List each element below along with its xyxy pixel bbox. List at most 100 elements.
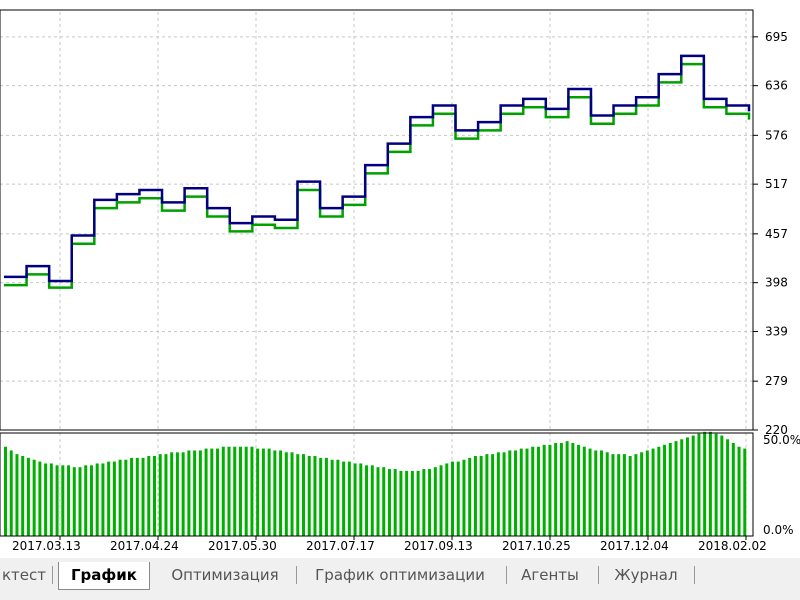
tab-backtest[interactable]: ктест xyxy=(0,562,48,588)
volume-bar xyxy=(49,463,53,536)
volume-bar xyxy=(703,431,707,536)
volume-bar xyxy=(227,446,231,536)
volume-bar xyxy=(221,446,225,536)
volume-bar xyxy=(72,467,76,536)
volume-bar xyxy=(387,469,391,536)
volume-bar xyxy=(147,456,151,536)
volume-bar xyxy=(600,450,603,536)
volume-bar xyxy=(44,463,48,536)
x-tick-label: 2018.02.02 xyxy=(698,539,767,553)
x-tick-label: 2017.04.24 xyxy=(110,539,179,553)
volume-bar xyxy=(164,454,168,536)
volume-bar xyxy=(485,454,489,536)
volume-bar xyxy=(107,461,111,536)
volume-bar xyxy=(473,456,477,536)
volume-bar xyxy=(342,461,346,536)
volume-bar xyxy=(61,465,65,536)
volume-bar xyxy=(124,459,128,536)
volume-bar xyxy=(617,454,621,536)
volume-bar xyxy=(376,467,380,536)
volume-bar xyxy=(267,448,271,536)
volume-bar xyxy=(15,454,19,536)
chart-frames xyxy=(0,9,754,537)
volume-bar xyxy=(594,450,598,536)
volume-bar xyxy=(393,469,397,536)
volume-bar xyxy=(216,448,220,536)
volume-bar xyxy=(508,450,512,536)
volume-bar xyxy=(525,448,529,536)
volume-bar xyxy=(496,452,500,536)
sub-chart-y-ticks: 50.0% 0.0% xyxy=(763,433,800,537)
volume-bar xyxy=(479,456,483,536)
volume-bar xyxy=(273,450,277,536)
volume-bar xyxy=(588,448,592,536)
main-y-tick-label: 636 xyxy=(765,79,788,93)
volume-bar xyxy=(668,443,672,536)
volume-bar xyxy=(4,446,7,536)
volume-bar xyxy=(399,470,403,536)
volume-bar xyxy=(731,443,735,536)
volume-bar xyxy=(244,446,248,536)
volume-bar xyxy=(663,444,667,536)
x-tick-label: 2017.07.17 xyxy=(306,539,375,553)
volume-bar xyxy=(634,454,638,536)
tab-separator xyxy=(506,566,507,584)
volume-bar xyxy=(548,444,552,536)
volume-bar xyxy=(536,446,540,536)
volume-bar xyxy=(622,454,626,536)
volume-bar xyxy=(645,450,649,536)
volume-bar xyxy=(605,452,609,536)
volume-bar xyxy=(135,457,139,536)
volume-bar xyxy=(382,467,386,536)
volume-bar xyxy=(141,457,145,536)
volume-bar xyxy=(193,450,197,536)
series-line xyxy=(4,54,751,283)
volume-bar xyxy=(170,452,174,536)
volume-bar xyxy=(67,465,71,536)
volume-bar xyxy=(204,448,208,536)
volume-bar xyxy=(559,443,563,536)
main-y-tick-label: 695 xyxy=(765,30,788,44)
volume-bar xyxy=(256,448,260,536)
volume-bar xyxy=(153,456,156,536)
volume-bar xyxy=(296,454,300,536)
volume-bar xyxy=(468,457,472,536)
volume-bar xyxy=(158,454,162,536)
volume-bar xyxy=(101,463,105,536)
volume-bar xyxy=(112,461,116,536)
tab-optimization[interactable]: Оптимизация xyxy=(160,562,290,588)
volume-bar xyxy=(691,435,695,536)
volume-bar xyxy=(519,448,523,536)
volume-bar xyxy=(130,457,134,536)
tab-agents[interactable]: Агенты xyxy=(512,562,588,588)
volume-bar xyxy=(531,446,535,536)
tab-bar: ктест График Оптимизация График оптимиза… xyxy=(0,558,800,600)
main-chart-y-ticks: 695636576517457398339279220 xyxy=(753,30,788,437)
volume-bar xyxy=(330,459,334,536)
tab-optimization-chart[interactable]: График оптимизации xyxy=(302,562,498,588)
volume-bar xyxy=(210,448,214,536)
volume-bar xyxy=(445,463,449,536)
tab-separator xyxy=(598,566,599,584)
volume-bar xyxy=(428,469,432,536)
tab-chart[interactable]: График xyxy=(58,562,150,590)
volume-bar xyxy=(302,454,305,536)
volume-bar xyxy=(32,459,36,536)
main-y-tick-label: 398 xyxy=(765,276,788,290)
volume-bar xyxy=(410,470,414,536)
tab-separator xyxy=(694,566,695,584)
volume-bar xyxy=(726,439,730,536)
volume-bar xyxy=(38,461,42,536)
volume-bar xyxy=(514,450,518,536)
volume-bar xyxy=(640,452,644,536)
tab-journal[interactable]: Журнал xyxy=(604,562,688,588)
volume-bar xyxy=(708,431,712,536)
volume-bar xyxy=(353,463,357,536)
volume-bar xyxy=(78,467,82,536)
volume-bar xyxy=(674,441,678,536)
x-axis-ticks: 2017.03.13 2017.04.24 2017.05.30 2017.07.17… xyxy=(12,536,767,553)
volume-bar xyxy=(611,454,615,536)
volume-bar xyxy=(233,446,237,536)
volume-bar xyxy=(451,461,454,536)
x-tick-label: 2017.03.13 xyxy=(12,539,81,553)
